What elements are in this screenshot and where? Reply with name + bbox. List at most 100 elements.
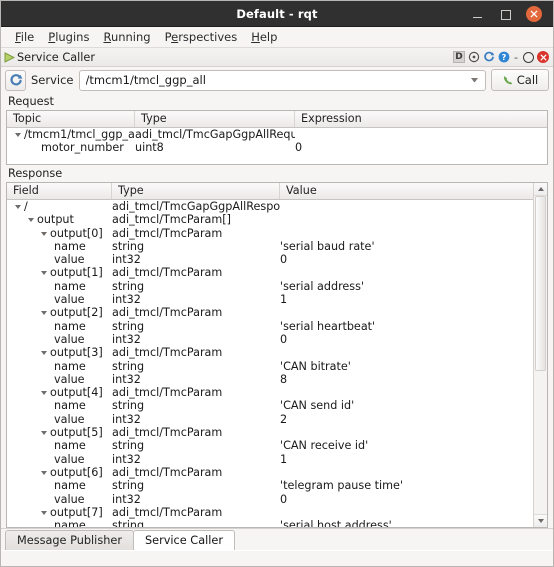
dock-reload-icon[interactable]: [482, 51, 495, 64]
table-row[interactable]: valueint321: [7, 293, 533, 306]
expand-collapse-icon[interactable]: [41, 351, 47, 355]
row-value-cell[interactable]: 2: [280, 413, 533, 426]
response-column-value[interactable]: Value: [280, 183, 533, 199]
service-selection-row: Service /tmcm1/tmcl_ggp_all Call: [1, 67, 553, 93]
scrollbar-track[interactable]: [534, 196, 547, 514]
table-row[interactable]: namestring'CAN bitrate': [7, 360, 533, 373]
dock-target-icon[interactable]: [467, 51, 480, 64]
table-row[interactable]: valueint321: [7, 453, 533, 466]
dock-float-icon[interactable]: [522, 51, 535, 64]
close-icon[interactable]: [526, 6, 542, 22]
row-value-cell[interactable]: 1: [280, 293, 533, 306]
request-column-expression[interactable]: Expression: [295, 111, 547, 127]
table-row[interactable]: valueint320: [7, 493, 533, 506]
expand-collapse-icon[interactable]: [41, 431, 47, 435]
response-table-body[interactable]: /adi_tmcl/TmcGapGgpAllResponseoutputadi_…: [7, 200, 533, 527]
menu-running[interactable]: Running: [96, 29, 157, 45]
table-row[interactable]: output[1]adi_tmcl/TmcParam: [7, 266, 533, 279]
table-row[interactable]: output[6]adi_tmcl/TmcParam: [7, 466, 533, 479]
row-type-cell: int32: [112, 453, 280, 466]
row-value-cell[interactable]: 0: [280, 493, 533, 506]
row-value-cell[interactable]: 0: [295, 141, 547, 154]
dock-minimize-icon[interactable]: -: [512, 51, 520, 64]
row-field-cell: value: [7, 373, 112, 386]
call-button[interactable]: Call: [491, 69, 549, 91]
row-value-cell[interactable]: 'serial address': [280, 280, 533, 293]
table-row[interactable]: output[0]adi_tmcl/TmcParam: [7, 227, 533, 240]
table-row[interactable]: namestring'CAN send id': [7, 399, 533, 412]
table-row[interactable]: /tmcm1/tmcl_ggp_alladi_tmcl/TmcGapGgpAll…: [7, 128, 547, 141]
row-field-label: name: [54, 439, 86, 452]
call-button-label: Call: [517, 73, 538, 87]
row-value-cell[interactable]: 0: [280, 333, 533, 346]
row-field-label: value: [54, 333, 85, 346]
service-combobox[interactable]: /tmcm1/tmcl_ggp_all: [79, 70, 486, 91]
table-row[interactable]: namestring'serial host address': [7, 519, 533, 527]
dock-help-icon[interactable]: ?: [497, 51, 510, 64]
table-row[interactable]: output[4]adi_tmcl/TmcParam: [7, 386, 533, 399]
response-vertical-scrollbar[interactable]: [533, 183, 547, 527]
row-value-cell[interactable]: 1: [280, 453, 533, 466]
expand-collapse-icon[interactable]: [41, 511, 47, 515]
minimize-icon[interactable]: [470, 7, 484, 21]
expand-collapse-icon[interactable]: [15, 205, 21, 209]
menu-plugins[interactable]: Plugins: [41, 29, 96, 45]
row-value-cell[interactable]: 'CAN receive id': [280, 439, 533, 452]
tab-service-caller[interactable]: Service Caller: [133, 530, 235, 550]
response-column-type[interactable]: Type: [112, 183, 280, 199]
maximize-icon[interactable]: [498, 7, 512, 21]
row-value-cell[interactable]: 'serial heartbeat': [280, 320, 533, 333]
expand-collapse-icon[interactable]: [41, 271, 47, 275]
table-row[interactable]: namestring'serial heartbeat': [7, 320, 533, 333]
expand-collapse-icon[interactable]: [41, 391, 47, 395]
row-field-label: name: [54, 320, 86, 333]
row-value-cell[interactable]: 'serial host address': [280, 519, 533, 527]
table-row[interactable]: outputadi_tmcl/TmcParam[]: [7, 213, 533, 226]
table-row[interactable]: namestring'serial baud rate': [7, 240, 533, 253]
row-field-cell: value: [7, 453, 112, 466]
expand-collapse-icon[interactable]: [41, 311, 47, 315]
table-row[interactable]: output[2]adi_tmcl/TmcParam: [7, 306, 533, 319]
row-field-label: output[2]: [50, 306, 103, 319]
table-row[interactable]: output[5]adi_tmcl/TmcParam: [7, 426, 533, 439]
menu-file[interactable]: File: [8, 29, 41, 45]
table-row[interactable]: namestring'CAN receive id': [7, 439, 533, 452]
table-row[interactable]: /adi_tmcl/TmcGapGgpAllResponse: [7, 200, 533, 213]
tab-message-publisher[interactable]: Message Publisher: [5, 530, 134, 550]
scroll-up-button[interactable]: [534, 183, 547, 196]
request-column-topic[interactable]: Topic: [7, 111, 135, 127]
row-value-cell[interactable]: 'CAN send id': [280, 399, 533, 412]
refresh-button[interactable]: [5, 70, 26, 91]
row-value-cell[interactable]: 'serial baud rate': [280, 240, 533, 253]
expand-collapse-icon[interactable]: [15, 133, 21, 137]
dock-close-icon[interactable]: [537, 51, 549, 63]
row-type-cell: string: [112, 240, 280, 253]
row-value-cell[interactable]: 'telegram pause time': [280, 479, 533, 492]
table-row[interactable]: valueint322: [7, 413, 533, 426]
expand-collapse-icon[interactable]: [41, 471, 47, 475]
row-type-cell: adi_tmcl/TmcParam: [112, 266, 280, 279]
table-row[interactable]: valueint320: [7, 253, 533, 266]
response-column-field[interactable]: Field: [7, 183, 112, 199]
scrollbar-thumb[interactable]: [535, 196, 546, 371]
table-row[interactable]: output[7]adi_tmcl/TmcParam: [7, 506, 533, 519]
table-row[interactable]: namestring'serial address': [7, 280, 533, 293]
table-row[interactable]: namestring'telegram pause time': [7, 479, 533, 492]
row-value-cell[interactable]: 8: [280, 373, 533, 386]
table-row[interactable]: output[3]adi_tmcl/TmcParam: [7, 346, 533, 359]
menu-perspectives[interactable]: Perspectives: [158, 29, 245, 45]
scroll-down-button[interactable]: [534, 514, 547, 527]
table-row[interactable]: valueint320: [7, 333, 533, 346]
table-row[interactable]: valueint328: [7, 373, 533, 386]
row-field-label: output[6]: [50, 466, 103, 479]
dock-d-icon[interactable]: D: [453, 51, 465, 63]
expand-collapse-icon[interactable]: [41, 232, 47, 236]
request-table-body[interactable]: /tmcm1/tmcl_ggp_alladi_tmcl/TmcGapGgpAll…: [7, 128, 547, 164]
request-column-type[interactable]: Type: [135, 111, 295, 127]
table-row[interactable]: motor_numberuint80: [7, 141, 547, 154]
menu-help[interactable]: Help: [244, 29, 284, 45]
row-value-cell[interactable]: 0: [280, 253, 533, 266]
row-field-label: name: [54, 399, 86, 412]
row-value-cell[interactable]: 'CAN bitrate': [280, 360, 533, 373]
expand-collapse-icon[interactable]: [28, 218, 34, 222]
